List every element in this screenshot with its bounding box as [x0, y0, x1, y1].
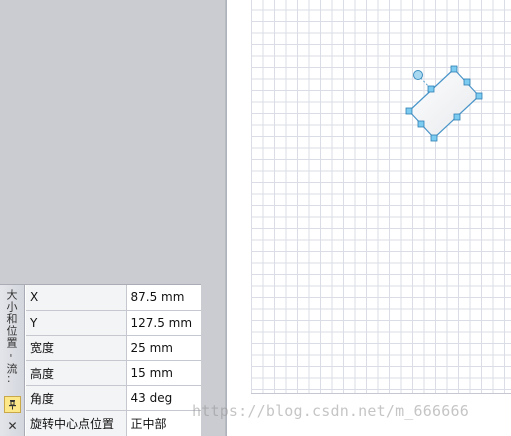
rotation-handle[interactable]	[413, 70, 423, 80]
watermark-text: https://blog.csdn.net/m_666666	[192, 402, 469, 420]
resize-handle[interactable]	[450, 65, 458, 73]
property-row-angle: 角度 43 deg	[26, 385, 201, 412]
property-label: 角度	[26, 385, 127, 412]
property-value-height[interactable]: 15 mm	[126, 360, 201, 387]
pin-button[interactable]	[4, 396, 21, 413]
property-label: Y	[26, 310, 127, 336]
resize-handle[interactable]	[475, 92, 483, 100]
property-row-pin-pos: 旋转中心点位置 正中部	[26, 410, 201, 436]
property-label: 高度	[26, 360, 127, 387]
property-row-width: 宽度 25 mm	[26, 335, 201, 362]
close-button[interactable]: ✕	[4, 417, 21, 434]
property-value-y[interactable]: 127.5 mm	[126, 310, 201, 336]
property-table: X 87.5 mm Y 127.5 mm 宽度 25 mm 高度 15 mm 角…	[26, 285, 201, 436]
close-icon: ✕	[7, 418, 18, 433]
size-position-panel: 大小和位置 - 流... ✕ X 87.5 mm Y 127.5 mm 宽度 2…	[0, 284, 201, 436]
resize-handle[interactable]	[430, 134, 438, 142]
resize-handle[interactable]	[405, 107, 413, 115]
property-row-height: 高度 15 mm	[26, 360, 201, 387]
resize-handle[interactable]	[453, 113, 461, 121]
property-value-pin-pos[interactable]: 正中部	[126, 410, 201, 436]
resize-handle[interactable]	[463, 78, 471, 86]
panel-title: 大小和位置 - 流...	[5, 289, 18, 385]
property-row-y: Y 127.5 mm	[26, 310, 201, 336]
property-value-width[interactable]: 25 mm	[126, 335, 201, 362]
property-label: X	[26, 285, 127, 311]
pin-icon	[9, 400, 16, 410]
panel-titlebar[interactable]: 大小和位置 - 流... ✕	[0, 285, 25, 436]
property-value-angle[interactable]: 43 deg	[126, 385, 201, 412]
resize-handle[interactable]	[427, 85, 435, 93]
property-value-x[interactable]: 87.5 mm	[126, 285, 201, 311]
property-row-x: X 87.5 mm	[26, 285, 201, 311]
property-label: 宽度	[26, 335, 127, 362]
visio-window: 大小和位置 - 流... ✕ X 87.5 mm Y 127.5 mm 宽度 2…	[0, 0, 511, 436]
property-label: 旋转中心点位置	[26, 410, 127, 436]
resize-handle[interactable]	[417, 120, 425, 128]
